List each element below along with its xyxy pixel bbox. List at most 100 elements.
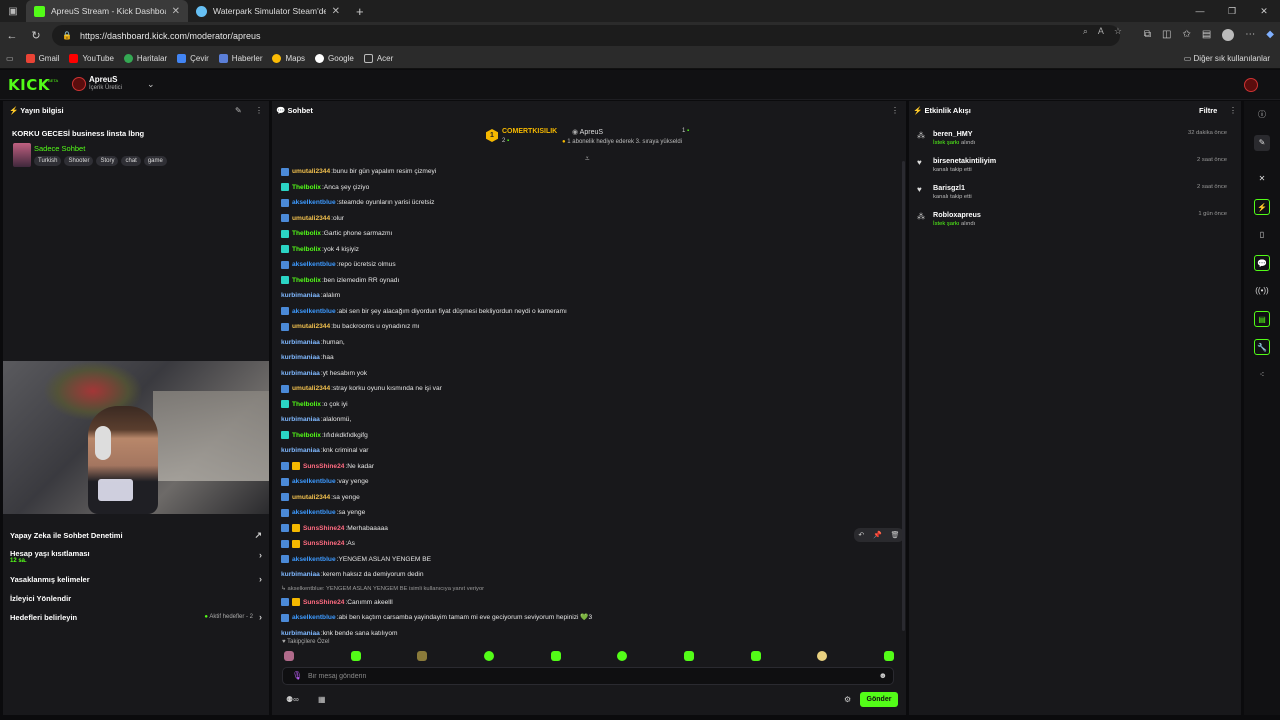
top-gifter-name[interactable]: COMERTKISILIK [502, 128, 557, 135]
delete-icon[interactable]: 🗑 [891, 531, 900, 539]
chat-username[interactable]: SunsShine24 [303, 521, 344, 537]
chat-username[interactable]: SunsShine24 [303, 595, 344, 611]
extensions-icon[interactable]: ⧉ [1144, 29, 1151, 41]
back-icon[interactable]: ← [0, 30, 24, 42]
emote-icon[interactable] [284, 651, 294, 661]
event-item[interactable]: ♥ Barisgzl1 kanalı takip etti 2 saat önce [915, 181, 1235, 207]
chat-username[interactable]: kurbimaniaa [281, 335, 320, 351]
minimize-icon[interactable]: — [1184, 0, 1216, 22]
chat-message[interactable]: umutali2344: stray korku oyunu kısmında … [281, 381, 901, 397]
microphone-icon[interactable]: 🎙 [292, 671, 302, 680]
emoji-icon[interactable]: ☻ [879, 671, 887, 680]
expand-pinned-icon[interactable]: ⩡ [585, 154, 590, 164]
bookmark-acer[interactable]: Acer [363, 54, 393, 63]
chat-message[interactable]: umutali2344: bunu bir gün yapalım resim … [281, 164, 901, 180]
chat-username[interactable]: akselkentblue [292, 195, 336, 211]
info-icon[interactable]: ⓘ [1254, 107, 1270, 123]
new-tab-icon[interactable]: + [348, 4, 372, 19]
chat-message[interactable]: kurbimaniaa: knk bende sana katılıyom [281, 626, 901, 642]
chat-message[interactable]: umutali2344: olur [281, 211, 901, 227]
profile-avatar[interactable] [1222, 29, 1235, 41]
chat-message[interactable]: Thelbolix: lıfıdıkdkfıdkgifg [281, 428, 901, 444]
tag[interactable]: Shooter [64, 156, 94, 166]
reply-icon[interactable]: ↶ [858, 531, 864, 539]
chat-message[interactable]: umutali2344: sa yenge [281, 490, 901, 506]
settings-gear-icon[interactable]: ⚙ [844, 695, 851, 704]
tag[interactable]: chat [121, 156, 141, 166]
chat-username[interactable]: kurbimaniaa [281, 412, 320, 428]
chat-message[interactable]: kurbimaniaa: human, [281, 335, 901, 351]
chat-username[interactable]: umutali2344 [292, 164, 330, 180]
close-icon[interactable]: ✕ [1254, 171, 1270, 187]
chat-message[interactable]: SunsShine24: Merhabaaaaa [281, 521, 901, 537]
chat-username[interactable]: Thelbolix [292, 273, 321, 289]
viewer-redirect-item[interactable]: İzleyici Yönlendir [3, 589, 269, 609]
channel-avatar[interactable] [72, 77, 86, 91]
chat-message[interactable]: Thelbolix: Gartic phone sarmazmı [281, 226, 901, 242]
emote-icon[interactable] [750, 651, 761, 661]
emote-icon[interactable] [883, 651, 894, 661]
chat-message[interactable]: kurbimaniaa: alalonmü, [281, 412, 901, 428]
chat-username[interactable]: kurbimaniaa [281, 567, 320, 583]
chat-message[interactable]: SunsShine24: Canımm akeelll [281, 595, 901, 611]
event-username[interactable]: beren_HMY [933, 129, 973, 138]
chat-username[interactable]: SunsShine24 [303, 536, 344, 552]
emote-icon[interactable] [683, 651, 694, 661]
chat-username[interactable]: Thelbolix [292, 226, 321, 242]
chat-icon[interactable]: 💬 [1254, 255, 1270, 271]
event-item[interactable]: ⁂ beren_HMY İstek şarkı alındı 32 dakika ön… [915, 127, 1235, 153]
banned-words-item[interactable]: Yasaklanmış kelimeler › [3, 570, 269, 590]
chat-username[interactable]: umutali2344 [292, 319, 330, 335]
more-vertical-icon[interactable]: ⋮ [255, 106, 263, 115]
chat-message[interactable]: kurbimaniaa: yt hesabım yok [281, 366, 901, 382]
other-bookmarks[interactable]: ▭ Diğer sık kullanılanlar [1184, 54, 1270, 63]
chat-message[interactable]: akselkentblue: repo ücretsiz olmus [281, 257, 901, 273]
close-tab-icon[interactable]: ✕ [332, 6, 340, 17]
chat-username[interactable]: kurbimaniaa [281, 443, 320, 459]
ai-moderation-item[interactable]: Yapay Zeka ile Sohbet Denetimi ↗ [3, 526, 269, 546]
chat-username[interactable]: kurbimaniaa [281, 350, 320, 366]
chat-username[interactable]: akselkentblue [292, 257, 336, 273]
chat-message[interactable]: Thelbolix: ben izlemedim RR oynadı [281, 273, 901, 289]
tag[interactable]: Story [96, 156, 119, 166]
chat-username[interactable]: akselkentblue [292, 610, 336, 626]
bookmark-maps[interactable]: Maps [272, 54, 305, 63]
document-icon[interactable]: ▯ [1254, 227, 1270, 243]
edit-icon[interactable]: ✎ [235, 106, 242, 115]
chat-message[interactable]: akselkentblue: abi sen bir şey alacağım … [281, 304, 901, 320]
user-avatar[interactable] [1244, 78, 1258, 92]
tab-kick-dashboard[interactable]: ApreuS Stream - Kick Dashboard ✕ [26, 0, 188, 22]
chat-message[interactable]: akselkentblue: YENGEM ASLAN YENGEM BE [281, 552, 901, 568]
refresh-icon[interactable]: ↻ [24, 29, 48, 42]
chat-username[interactable]: Thelbolix [292, 180, 321, 196]
event-username[interactable]: birsenetakintiliyim [933, 156, 996, 165]
chat-username[interactable]: akselkentblue [292, 304, 336, 320]
emote-icon[interactable] [617, 651, 628, 661]
chat-username[interactable]: umutali2344 [292, 490, 330, 506]
chat-message[interactable]: Thelbolix: yok 4 kişiyiz [281, 242, 901, 258]
users-icon[interactable]: ⚉∞ [286, 695, 299, 704]
filter-button[interactable]: Filtre [1199, 106, 1217, 115]
tag[interactable]: Turkish [34, 156, 62, 166]
chat-username[interactable]: umutali2344 [292, 211, 330, 227]
copilot-icon[interactable]: ◆ [1266, 29, 1274, 41]
chat-message[interactable]: Thelbolix: o çok iyi [281, 397, 901, 413]
emote-icon[interactable] [817, 651, 828, 661]
set-goals-item[interactable]: Hedefleri belirleyin ● Aktif hedefler - … [3, 608, 269, 628]
send-button[interactable]: Gönder [860, 692, 898, 707]
bookmark-haritalar[interactable]: Haritalar [123, 54, 167, 63]
chat-username[interactable]: akselkentblue [292, 505, 336, 521]
chat-message[interactable]: kurbimaniaa: alalım [281, 288, 901, 304]
chat-username[interactable]: akselkentblue [292, 552, 336, 568]
kick-logo[interactable]: KICK [8, 76, 50, 94]
chat-message[interactable]: SunsShine24: Ne kadar [281, 459, 901, 475]
bookmark-youtube[interactable]: YouTube [69, 54, 114, 63]
stream-category[interactable]: Sadece Sohbet [34, 144, 85, 153]
emote-icon[interactable] [483, 651, 494, 661]
broadcast-icon[interactable]: ((•)) [1254, 283, 1270, 299]
chat-username[interactable]: kurbimaniaa [281, 366, 320, 382]
chat-message[interactable]: Thelbolix: Anca şey çiziyo [281, 180, 901, 196]
chat-username[interactable]: umutali2344 [292, 381, 330, 397]
close-tab-icon[interactable]: ✕ [172, 6, 180, 17]
more-vertical-icon[interactable]: ⋮ [1229, 106, 1237, 115]
